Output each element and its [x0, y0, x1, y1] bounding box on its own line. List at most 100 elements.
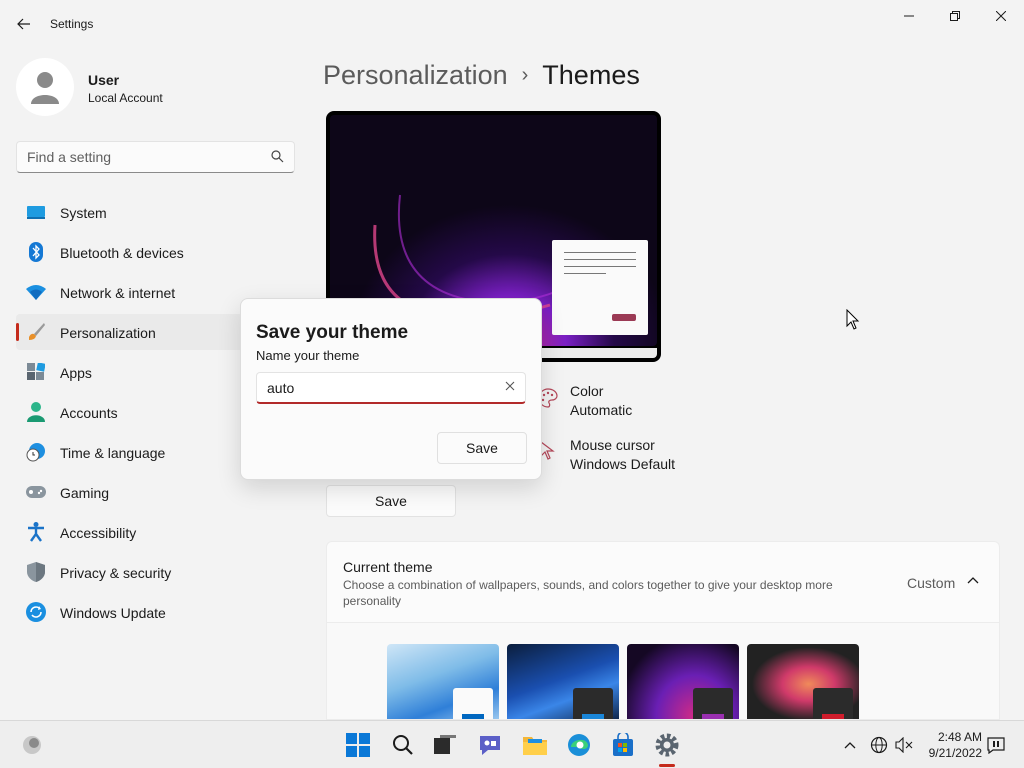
microsoft-store-icon — [613, 733, 633, 756]
edge-button[interactable] — [565, 731, 593, 759]
theme-thumbnail-dark[interactable] — [507, 644, 619, 719]
close-icon — [996, 11, 1006, 21]
search-icon — [393, 735, 413, 755]
apps-icon — [26, 362, 46, 382]
accessibility-icon — [26, 522, 46, 542]
mouse-cursor-value: Windows Default — [570, 456, 676, 472]
sidebar-item-label: Accounts — [60, 405, 118, 421]
dialog-save-button[interactable]: Save — [437, 432, 527, 464]
window-title: Settings — [50, 17, 94, 31]
paintbrush-icon — [26, 322, 46, 342]
sidebar-item-label: Accessibility — [60, 525, 137, 541]
bluetooth-icon — [26, 242, 46, 262]
notification-icon — [987, 737, 1005, 754]
sidebar-item-label: Bluetooth & devices — [60, 245, 184, 261]
chevron-up-icon[interactable] — [967, 575, 979, 587]
windows-logo-icon — [346, 733, 370, 757]
globe-icon — [870, 736, 888, 754]
account-type: Local Account — [88, 91, 163, 105]
settings-taskbar-button[interactable] — [653, 731, 681, 759]
back-button[interactable] — [10, 10, 38, 38]
close-button[interactable] — [978, 0, 1024, 32]
avatar — [16, 58, 74, 116]
theme-name-label: Name your theme — [256, 348, 360, 363]
current-theme-value: Custom — [907, 575, 956, 591]
widgets-button[interactable] — [18, 731, 46, 759]
sidebar-item-accessibility[interactable]: Accessibility — [16, 514, 295, 550]
sidebar-item-windows-update[interactable]: Windows Update — [16, 594, 295, 630]
notifications-button[interactable] — [986, 735, 1006, 755]
volume-tray-button[interactable] — [894, 735, 914, 755]
store-button[interactable] — [609, 731, 637, 759]
sidebar-item-label: Time & language — [60, 445, 166, 461]
back-arrow-icon — [17, 18, 30, 30]
breadcrumb-parent[interactable]: Personalization — [323, 60, 508, 90]
shield-icon — [26, 562, 46, 582]
sidebar-item-system[interactable]: System — [16, 194, 295, 230]
save-theme-dialog: Save your theme Name your theme Save — [240, 298, 542, 480]
minimize-button[interactable] — [886, 0, 932, 32]
gear-icon — [655, 733, 679, 757]
accounts-icon — [26, 402, 46, 422]
search-input[interactable] — [27, 148, 257, 166]
title-bar: Settings — [0, 0, 1024, 48]
chat-button[interactable] — [476, 731, 504, 759]
theme-thumbnail-light[interactable] — [387, 644, 499, 719]
theme-gallery — [326, 623, 1000, 720]
save-theme-button[interactable]: Save — [326, 485, 456, 517]
sidebar-item-label: System — [60, 205, 107, 221]
system-icon — [26, 202, 46, 222]
minimize-icon — [904, 15, 914, 17]
weather-icon — [23, 736, 41, 754]
teams-chat-icon — [480, 736, 500, 755]
user-profile[interactable]: User Local Account — [16, 58, 276, 118]
sidebar-item-label: Network & internet — [60, 285, 176, 301]
update-icon — [26, 602, 46, 622]
breadcrumb-separator: › — [521, 64, 529, 86]
settings-search[interactable] — [16, 141, 295, 173]
breadcrumb: Personalization › Themes — [323, 60, 640, 91]
theme-thumbnail-glow[interactable] — [627, 644, 739, 719]
clock-time: 2:48 AM — [937, 730, 982, 744]
mouse-cursor-label: Mouse cursor — [570, 437, 655, 453]
folder-icon — [523, 737, 547, 755]
file-explorer-button[interactable] — [521, 731, 549, 759]
current-theme-header[interactable]: Current theme Choose a combination of wa… — [326, 541, 1000, 623]
gamepad-icon — [26, 482, 46, 502]
theme-name-field[interactable] — [256, 372, 526, 404]
search-icon[interactable] — [271, 150, 284, 163]
theme-thumbnail-flower[interactable] — [747, 644, 859, 719]
clear-icon[interactable] — [505, 381, 515, 391]
person-icon — [31, 72, 59, 104]
speaker-muted-icon — [895, 737, 913, 753]
sidebar-item-bluetooth[interactable]: Bluetooth & devices — [16, 234, 295, 270]
mouse-pointer-icon — [846, 309, 860, 330]
current-theme-description: Choose a combination of wallpapers, soun… — [343, 578, 833, 608]
theme-name-input[interactable] — [267, 379, 487, 397]
user-name: User — [88, 72, 120, 88]
sidebar-item-label: Apps — [60, 365, 92, 381]
sidebar-item-privacy[interactable]: Privacy & security — [16, 554, 295, 590]
current-theme-title: Current theme — [343, 559, 433, 575]
maximize-button[interactable] — [932, 0, 978, 32]
restore-icon — [950, 11, 960, 21]
color-value: Automatic — [570, 402, 633, 418]
page-title: Themes — [542, 60, 640, 90]
clock[interactable]: 2:48 AM 9/21/2022 — [918, 729, 982, 761]
wifi-icon — [26, 282, 46, 302]
sidebar-item-label: Privacy & security — [60, 565, 172, 581]
dialog-title: Save your theme — [256, 322, 409, 343]
edge-browser-icon — [568, 734, 590, 756]
clock-globe-icon — [26, 442, 46, 462]
taskbar: 2:48 AM 9/21/2022 — [0, 720, 1024, 768]
active-app-indicator — [659, 764, 675, 767]
taskbar-search-button[interactable] — [389, 731, 417, 759]
sidebar-item-label: Personalization — [60, 325, 156, 341]
start-button[interactable] — [344, 731, 372, 759]
show-hidden-icons-button[interactable] — [840, 735, 860, 755]
network-tray-button[interactable] — [869, 735, 889, 755]
clock-date: 9/21/2022 — [928, 746, 982, 760]
task-view-button[interactable] — [431, 731, 459, 759]
preview-window — [552, 240, 648, 335]
task-view-icon — [434, 735, 456, 754]
